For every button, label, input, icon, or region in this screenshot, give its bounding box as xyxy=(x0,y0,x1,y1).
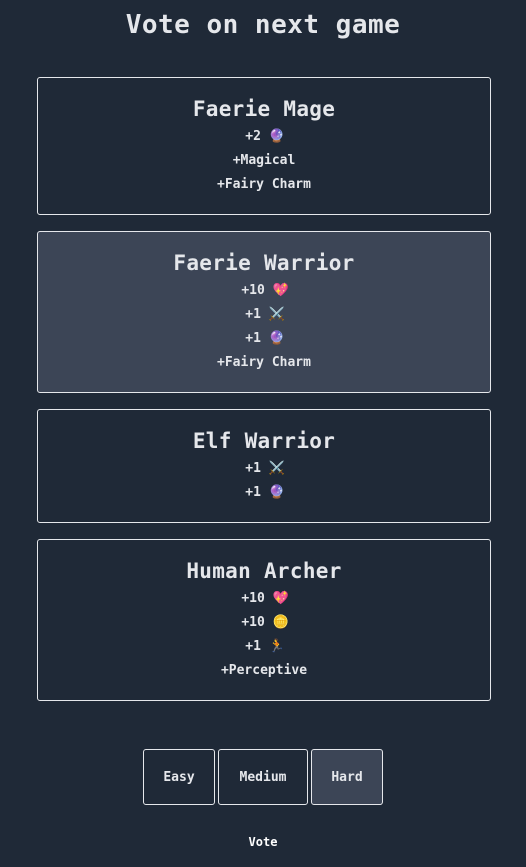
stat-line: +2 🔮 xyxy=(38,125,490,149)
crossed-swords-icon: ⚔️ xyxy=(268,307,285,322)
trait-line: +Perceptive xyxy=(220,663,308,678)
crystal-ball-icon: 🔮 xyxy=(268,331,285,346)
heart-icon: 💖 xyxy=(272,283,289,298)
crossed-swords-icon: ⚔️ xyxy=(268,461,285,476)
stat-line: +10 💖 xyxy=(38,587,490,611)
option-card-human-archer[interactable]: Human Archer +10 💖 +10 🪙 +1 🏃 +Perceptiv… xyxy=(37,539,491,701)
stat-line: +1 🏃 xyxy=(38,635,490,659)
option-card-faerie-mage[interactable]: Faerie Mage +2 🔮 +Magical +Fairy Charm xyxy=(37,77,491,215)
stat-line: +1 ⚔️ xyxy=(38,457,490,481)
vote-button[interactable]: Vote xyxy=(0,835,526,849)
coin-icon: 🪙 xyxy=(272,615,289,630)
stat-line: +10 🪙 xyxy=(38,611,490,635)
option-name: Faerie Mage xyxy=(192,97,336,121)
medium-button[interactable]: Medium xyxy=(218,749,308,805)
heart-icon: 💖 xyxy=(272,591,289,606)
option-name: Human Archer xyxy=(186,559,342,583)
option-card-elf-warrior[interactable]: Elf Warrior +1 ⚔️ +1 🔮 xyxy=(37,409,491,523)
stat-line: +1 ⚔️ xyxy=(38,303,490,327)
hard-button[interactable]: Hard xyxy=(311,749,383,805)
crystal-ball-icon: 🔮 xyxy=(268,129,285,144)
crystal-ball-icon: 🔮 xyxy=(268,485,285,500)
difficulty-selector: Easy Medium Hard xyxy=(0,749,526,805)
option-card-faerie-warrior[interactable]: Faerie Warrior +10 💖 +1 ⚔️ +1 🔮 +Fairy C… xyxy=(37,231,491,393)
option-name: Elf Warrior xyxy=(192,429,336,453)
stat-line: +1 🔮 xyxy=(38,481,490,505)
trait-line: +Fairy Charm xyxy=(217,355,311,370)
option-name: Faerie Warrior xyxy=(173,251,355,275)
stat-line: +1 🔮 xyxy=(38,327,490,351)
easy-button[interactable]: Easy xyxy=(143,749,215,805)
page-title: Vote on next game xyxy=(125,10,401,40)
trait-line: +Magical xyxy=(232,153,296,168)
stat-line: +10 💖 xyxy=(38,279,490,303)
trait-line: +Fairy Charm xyxy=(217,177,311,192)
running-person-icon: 🏃 xyxy=(268,639,285,654)
